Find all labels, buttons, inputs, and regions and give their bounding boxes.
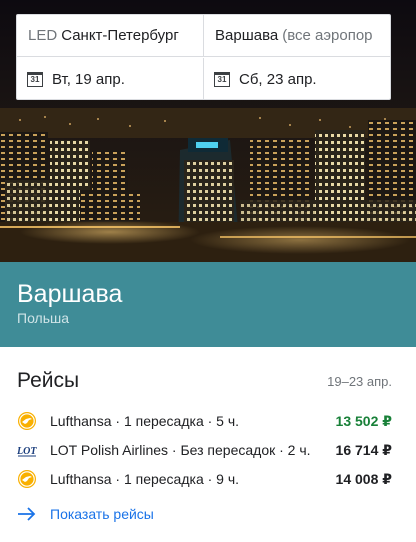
destination-country: Польша — [17, 310, 70, 326]
flights-heading: Рейсы — [17, 369, 80, 392]
flight-search-form: LED Санкт-Петербург Варшава (все аэропор… — [16, 14, 391, 100]
departure-date: Вт, 19 апр. — [52, 70, 125, 88]
origin-city: Санкт-Петербург — [61, 27, 179, 44]
flight-price: 14 008 ₽ — [335, 470, 392, 487]
airline-name: Lufthansa — [50, 413, 112, 429]
departure-date-field[interactable]: 31 Вт, 19 апр. — [17, 58, 204, 100]
lot-logo-icon: LOT — [17, 446, 37, 457]
flight-row[interactable]: Lufthansa · 1 пересадка · 9 ч. 14 008 ₽ — [0, 466, 416, 492]
lufthansa-crane-icon — [18, 470, 36, 488]
flight-details: · 1 пересадка · 9 ч. — [111, 471, 240, 487]
flight-details: · 1 пересадка · 5 ч. — [111, 413, 240, 429]
destination-field[interactable]: Варшава (все аэропор — [204, 15, 390, 57]
flight-description: Lufthansa · 1 пересадка · 5 ч. — [50, 413, 325, 429]
show-flights-link[interactable]: Показать рейсы — [17, 506, 154, 522]
return-date-field[interactable]: 31 Сб, 23 апр. — [204, 58, 390, 100]
origin-airport-code: LED — [28, 27, 58, 44]
airline-name: Lufthansa — [50, 471, 112, 487]
flight-description: Lufthansa · 1 пересадка · 9 ч. — [50, 471, 325, 487]
flight-description: LOT Polish Airlines · Без пересадок · 2 … — [50, 442, 325, 458]
flight-row[interactable]: LOT LOT Polish Airlines · Без пересадок … — [0, 437, 416, 463]
destination-banner: Варшава Польша — [0, 262, 416, 347]
destination-title: Варшава — [17, 280, 123, 308]
calendar-icon: 31 — [27, 71, 43, 87]
destination-photo: LED Санкт-Петербург Варшава (все аэропор… — [0, 0, 416, 262]
lufthansa-crane-icon — [18, 412, 36, 430]
flight-row[interactable]: Lufthansa · 1 пересадка · 5 ч. 13 502 ₽ — [0, 408, 416, 434]
flight-price: 16 714 ₽ — [335, 441, 392, 458]
flights-section: Рейсы 19–23 апр. Lufthansa · 1 пересадка… — [0, 347, 416, 542]
svg-text:LOT: LOT — [17, 446, 37, 457]
origin-field[interactable]: LED Санкт-Петербург — [17, 15, 204, 57]
airline-name: LOT Polish Airlines — [50, 442, 169, 458]
arrow-right-icon — [18, 507, 36, 521]
flight-details: · Без пересадок · 2 ч. — [168, 442, 311, 458]
destination-city: Варшава — [215, 27, 279, 44]
show-flights-label: Показать рейсы — [50, 506, 154, 522]
flights-date-range: 19–23 апр. — [327, 374, 392, 389]
calendar-icon: 31 — [214, 71, 230, 87]
destination-airports-hint: (все аэропор — [282, 27, 373, 44]
flight-price: 13 502 ₽ — [335, 412, 392, 429]
return-date: Сб, 23 апр. — [239, 70, 317, 88]
